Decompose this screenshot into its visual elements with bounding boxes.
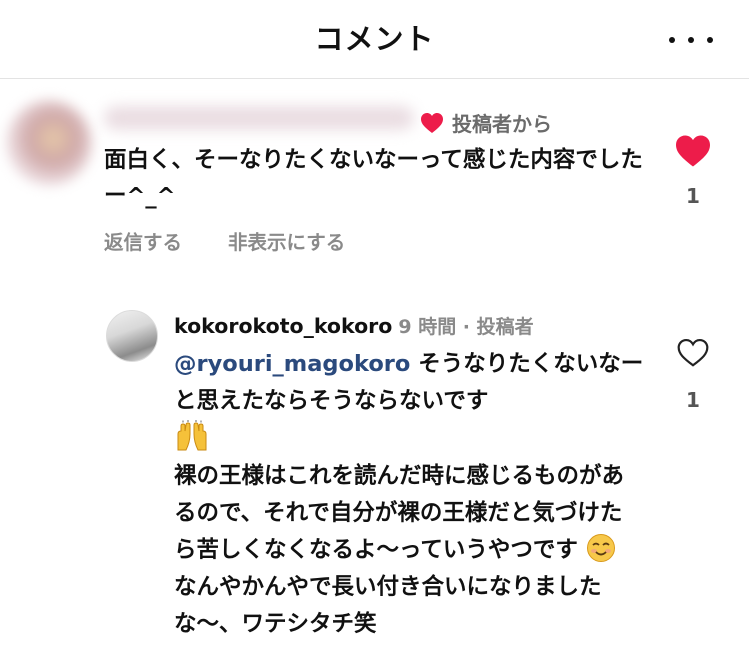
smiling-face-emoji (586, 534, 615, 562)
reply-line-3: なんやかんやで長い付き合いになりましたな〜、ワテシタチ笑 (174, 574, 602, 637)
reply-info: 9 時間 · 投稿者 (398, 316, 534, 338)
like-count: 1 (686, 184, 700, 208)
header: コメント (0, 0, 749, 79)
raising-hands-emoji (177, 420, 207, 451)
comment-text: 面白く、そーなりたくないなーって感じた内容でしたー^_^ (104, 147, 643, 209)
reply-line-2: 裸の王様はこれを読んだ時に感じるものがあるので、それで自分が裸の王様だと気づけた… (174, 463, 625, 563)
page-title: コメント (314, 22, 435, 56)
reply-text: @ryouri_magokoro そうなりたくないなーと思えたならそうならないで… (174, 346, 644, 643)
mention-link[interactable]: @ryouri_magokoro (174, 351, 410, 377)
username-blurred[interactable] (104, 106, 414, 130)
reply-meta: kokorokoto_kokoro 9 時間 · 投稿者 (174, 312, 534, 339)
heart-filled-icon[interactable] (674, 134, 712, 168)
hide-button[interactable]: 非表示にする (228, 226, 345, 255)
avatar[interactable] (6, 100, 92, 186)
avatar[interactable] (106, 310, 158, 362)
heart-filled-icon (421, 113, 443, 133)
creator-liked-label: 投稿者から (452, 112, 552, 136)
more-horizontal-icon[interactable] (669, 30, 713, 50)
reply-username[interactable]: kokorokoto_kokoro (174, 314, 392, 338)
like-count: 1 (686, 388, 700, 412)
heart-outline-icon[interactable] (676, 338, 710, 368)
comments-screen: コメント 投稿者から 面白く、そーなりたくないなーって感じた内容でしたー^_^ … (0, 0, 749, 660)
reply-button[interactable]: 返信する (104, 226, 182, 255)
